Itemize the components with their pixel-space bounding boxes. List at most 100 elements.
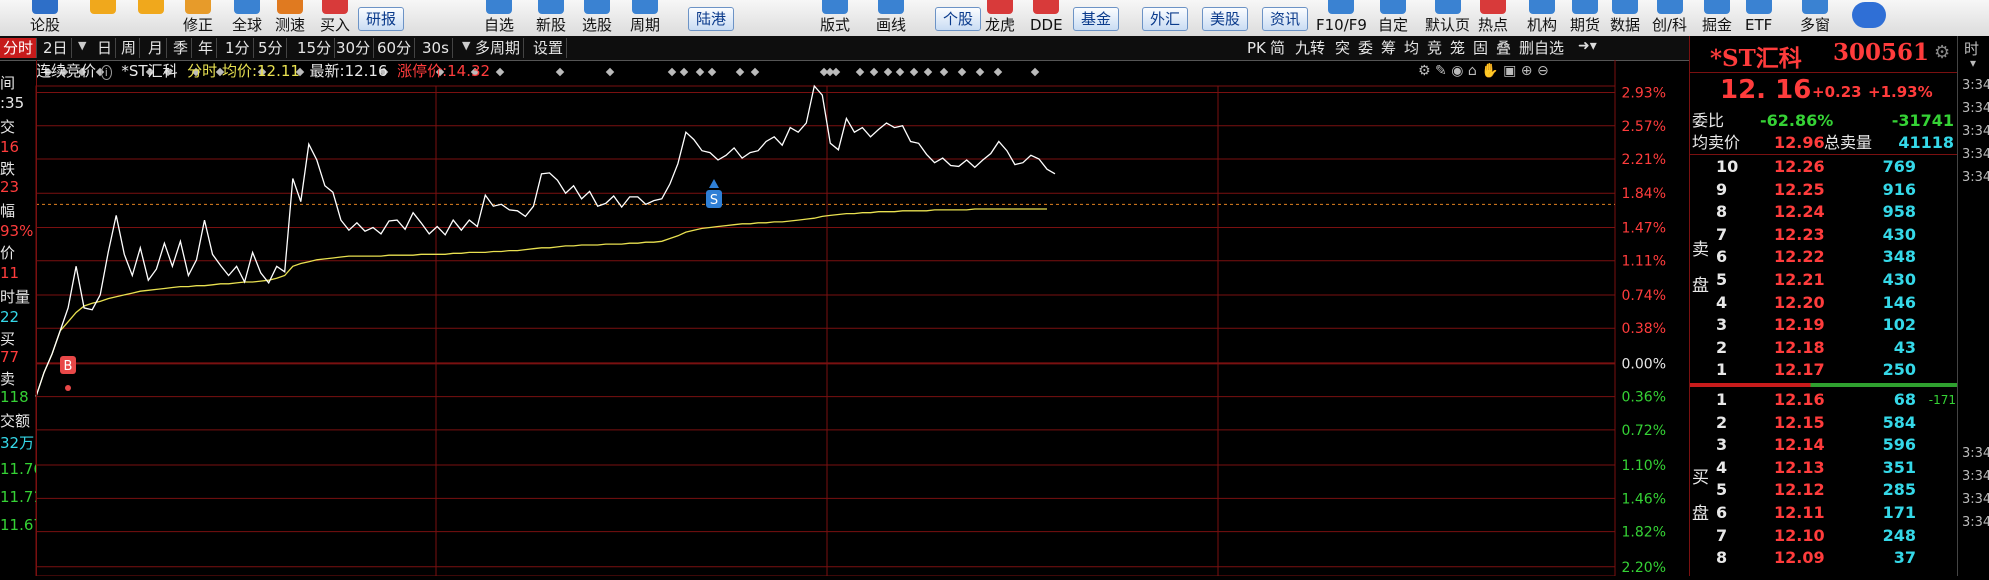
toolbar-button[interactable]: 美股 (1202, 7, 1249, 31)
left-info-item: 间 (0, 74, 16, 92)
eye-icon[interactable]: ◉ (1451, 63, 1463, 79)
ask-book-row: 7 12.23 430 (1690, 224, 1958, 246)
zoom-out-icon[interactable]: ⊖ (1537, 63, 1549, 79)
toolbar-item[interactable]: 买入 (320, 0, 350, 36)
toolbar-item[interactable]: 创/科 (1652, 0, 1687, 36)
toolbar-item[interactable]: 自选 (484, 0, 514, 36)
sell-signal-label: S (710, 193, 718, 208)
toolbar-icon (1033, 0, 1060, 14)
chart-info-bar: 连续竞价 i *ST汇科 分时 均价:12.11 最新:12.16 涨停价:14… (36, 60, 490, 82)
pen-icon[interactable]: ✎ (1435, 63, 1447, 79)
bid-level: 6 (1716, 503, 1728, 522)
toolbar-item[interactable]: 龙虎 (985, 0, 1015, 36)
event-diamond-marker (939, 67, 949, 77)
bid-level: 4 (1716, 457, 1728, 477)
chart-tool-tab[interactable]: 均 (1404, 38, 1419, 58)
toolbar-item[interactable] (90, 0, 116, 36)
toolbar-item-label: 机构 (1527, 16, 1558, 34)
toolbar-button[interactable]: 陆港 (688, 7, 735, 31)
far-time: 3:34 (1962, 492, 1989, 507)
zoom-in-icon[interactable]: ⊕ (1521, 63, 1533, 79)
lock-icon[interactable]: ▣ (1503, 63, 1516, 79)
toolbar-icon (1802, 0, 1828, 14)
toolbar-icon (322, 0, 348, 14)
toolbar-button[interactable]: 个股 (935, 7, 982, 31)
chart-tool-tab[interactable]: 叠 (1496, 38, 1511, 58)
toolbar-item[interactable]: 周期 (630, 0, 660, 36)
period-tab[interactable]: 季 (170, 38, 193, 58)
period-tab[interactable]: 周 (118, 38, 141, 58)
period-tab[interactable]: 多周期 (472, 38, 525, 58)
ask-price: 12.17 (1774, 360, 1825, 380)
period-tab[interactable]: 30分 (333, 38, 375, 58)
period-tab[interactable]: 2日 (40, 38, 72, 58)
toolbar-item[interactable]: ETF (1745, 0, 1772, 36)
toolbar-item[interactable]: 多窗 (1800, 0, 1830, 36)
period-tab[interactable]: 15分 (294, 38, 336, 58)
toolbar-item[interactable]: 画线 (876, 0, 906, 36)
quote-settings-icon[interactable]: ⚙ (1934, 42, 1950, 63)
chart-tool-tab[interactable]: 突 (1335, 38, 1350, 58)
settings-icon[interactable]: ⚙ (1418, 63, 1431, 79)
chart-tool-tab[interactable]: 九转 (1295, 38, 1325, 58)
toolbar-button[interactable]: 基金 (1073, 7, 1120, 31)
chart-tool-tab[interactable]: 删自选 (1519, 38, 1564, 58)
left-info-item: 32万 (0, 434, 35, 452)
period-tab[interactable]: 30s (419, 38, 453, 58)
toolbar-item[interactable]: 测速 (275, 0, 305, 36)
toolbar-item[interactable]: 全球 (232, 0, 262, 36)
chart-tool-tab[interactable]: 筹 (1381, 38, 1396, 58)
period-tab[interactable]: 分时 (0, 38, 38, 58)
far-menu-icon[interactable]: ▾ (1970, 56, 1976, 70)
chart-tool-tab[interactable]: 竞 (1427, 38, 1442, 58)
event-diamond-marker (707, 67, 717, 77)
toolbar-item[interactable]: 热点 (1478, 0, 1508, 36)
toolbar-item[interactable]: 期货 (1570, 0, 1600, 36)
toolbar-button[interactable]: 资讯 (1262, 7, 1309, 31)
toolbar-item[interactable]: 选股 (582, 0, 612, 36)
expand-icon[interactable]: ➜▾ (1578, 38, 1597, 54)
period-tab[interactable]: 月 (145, 38, 168, 58)
period-tab[interactable]: 年 (195, 38, 218, 58)
weibi-value: -62.86% (1760, 111, 1834, 130)
dropdown-arrow-icon[interactable]: ▼ (462, 39, 470, 52)
toolbar-item[interactable]: 自定 (1378, 0, 1408, 36)
buy-signal-label: B (64, 359, 73, 374)
quote-stock-name: *ST汇科 (1710, 45, 1802, 72)
toolbar-item[interactable]: 机构 (1527, 0, 1557, 36)
bid-volume-change: -171 (1928, 393, 1956, 407)
ask-volume: 250 (1882, 360, 1916, 380)
dropdown-arrow-icon[interactable]: ▼ (78, 39, 86, 52)
hand-icon[interactable]: ✋ (1481, 63, 1498, 79)
ask-price: 12.21 (1774, 270, 1825, 289)
toolbar-item[interactable]: 论股 (30, 0, 60, 36)
ask-book-row: 9 12.25 916 (1690, 179, 1958, 201)
chart-tool-tab[interactable]: 笼 (1450, 38, 1465, 58)
toolbar-item[interactable]: 新股 (536, 0, 566, 36)
home-icon[interactable]: ⌂ (1468, 63, 1477, 79)
ask-level: 7 (1716, 224, 1728, 244)
chart-tool-tab[interactable]: 简 (1270, 38, 1285, 58)
toolbar-item[interactable]: 修正 (183, 0, 213, 36)
chart-tool-tab[interactable]: PK (1247, 38, 1266, 58)
user-avatar-icon[interactable] (1852, 2, 1886, 28)
toolbar-item[interactable]: 版式 (820, 0, 850, 36)
toolbar-item[interactable]: DDE (1030, 0, 1063, 36)
chart-tool-tab[interactable]: 固 (1473, 38, 1488, 58)
chart-tool-tab[interactable]: 委 (1358, 38, 1373, 58)
toolbar-button[interactable]: 外汇 (1142, 7, 1189, 31)
avg-sell-value: 12.96 (1774, 133, 1825, 152)
toolbar-button[interactable]: 研报 (358, 7, 405, 31)
toolbar-item-label: 论股 (30, 16, 61, 34)
toolbar-item[interactable] (138, 0, 164, 36)
toolbar-item[interactable]: 默认页 (1425, 0, 1470, 36)
toolbar-item[interactable]: F10/F9 (1316, 0, 1367, 36)
period-tab[interactable]: 1分 (222, 38, 254, 58)
period-tab[interactable]: 60分 (374, 38, 416, 58)
toolbar-item[interactable]: 数据 (1610, 0, 1640, 36)
period-tab[interactable]: 5分 (255, 38, 287, 58)
period-tab[interactable]: 设置 (530, 38, 568, 58)
toolbar-item[interactable]: 掘金 (1702, 0, 1732, 36)
period-tab[interactable]: 日 (94, 38, 117, 58)
event-diamond-marker (495, 67, 505, 77)
